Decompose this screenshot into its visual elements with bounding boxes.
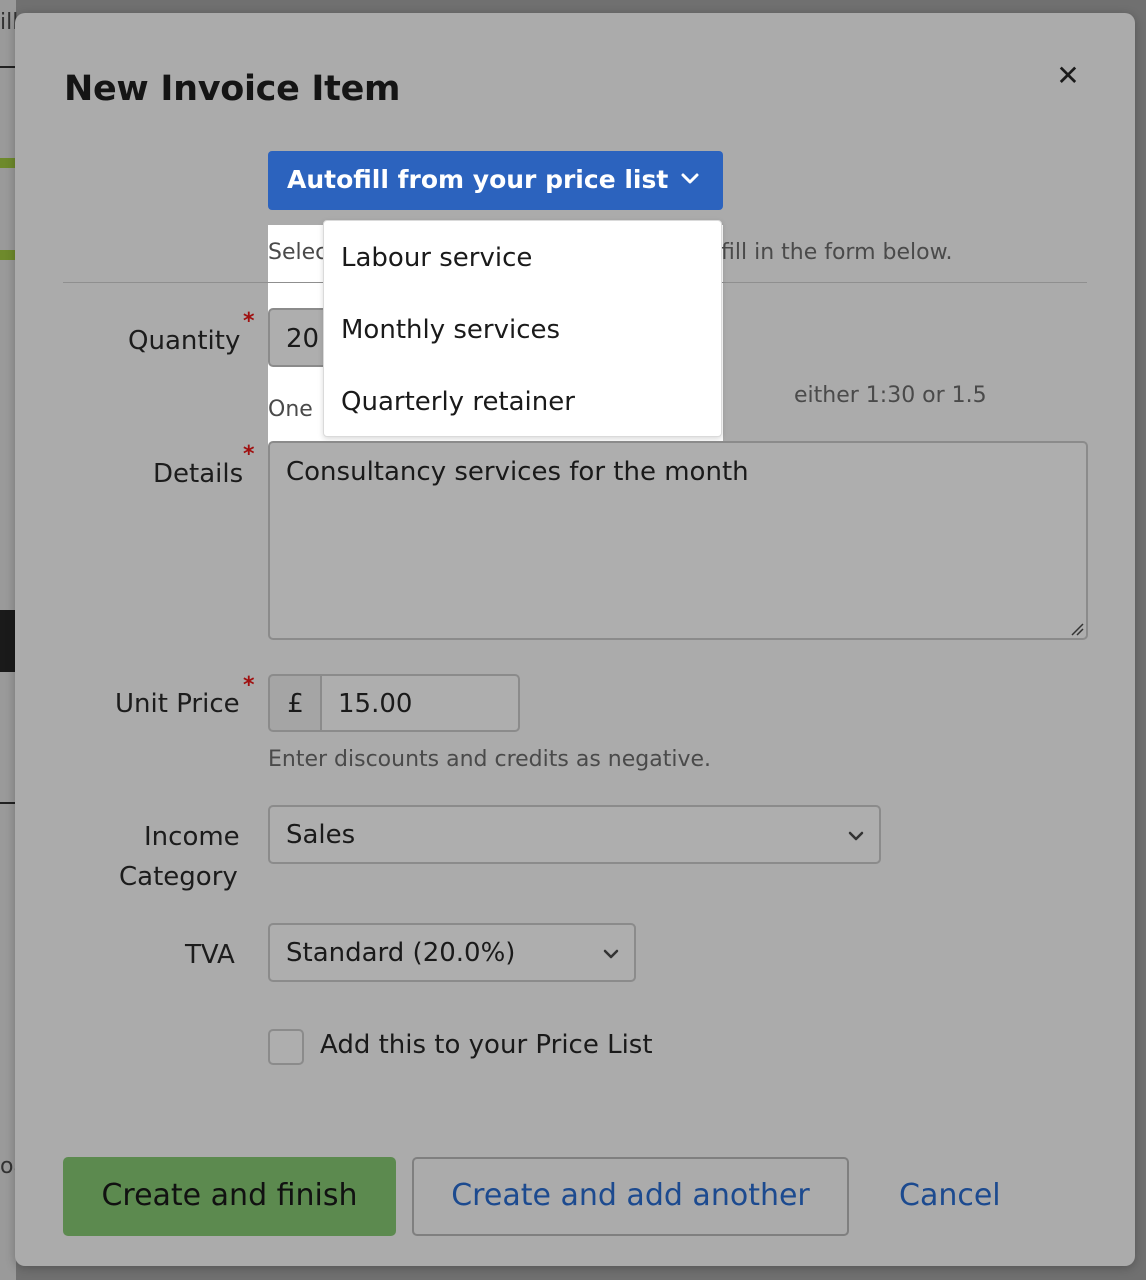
resize-handle-icon[interactable] [1068, 620, 1084, 636]
background-green-bar [0, 158, 16, 168]
chevron-down-icon [681, 173, 699, 184]
unit-price-label: Unit Price [115, 689, 240, 719]
create-and-add-another-button[interactable]: Create and add another [412, 1157, 849, 1236]
menu-item-quarterly-retainer[interactable]: Quarterly retainer [341, 387, 575, 417]
details-textarea[interactable]: Consultancy services for the month [268, 441, 1088, 640]
background-dark-bar [0, 610, 16, 672]
unit-price-input[interactable]: 15.00 [320, 674, 520, 732]
add-to-price-list-checkbox[interactable] [268, 1029, 304, 1065]
autofill-dropdown-menu: Labour service Monthly services Quarterl… [323, 220, 722, 437]
tva-label: TVA [185, 940, 235, 970]
details-label: Details [153, 459, 244, 489]
tva-value: Standard (20.0%) [286, 938, 516, 968]
add-to-price-list-label[interactable]: Add this to your Price List [320, 1030, 653, 1060]
autofill-button-label: Autofill from your price list [287, 165, 669, 194]
autofill-price-list-button[interactable]: Autofill from your price list [268, 151, 723, 210]
chevron-down-icon [603, 949, 619, 959]
income-category-label-line2: Category [119, 862, 238, 892]
tva-select[interactable]: Standard (20.0%) [268, 923, 636, 982]
quantity-help-text-right: either 1:30 or 1.5 [794, 383, 987, 408]
required-marker: * [243, 309, 255, 334]
menu-item-labour-service[interactable]: Labour service [341, 243, 532, 273]
required-marker: * [243, 673, 255, 698]
modal-title: New Invoice Item [64, 69, 401, 109]
income-category-value: Sales [286, 820, 356, 850]
background-divider [0, 66, 16, 68]
quantity-help-text: One [268, 397, 313, 422]
autofill-help-text: Selec [268, 240, 328, 265]
unit-price-help-text: Enter discounts and credits as negative. [268, 747, 711, 772]
autofill-help-text-right: fill in the form below. [721, 240, 953, 265]
currency-prefix: £ [268, 674, 321, 732]
income-category-label-line1: Income [144, 822, 240, 852]
close-icon[interactable]: ✕ [1051, 59, 1085, 93]
quantity-label: Quantity [128, 326, 241, 356]
chevron-down-icon [848, 831, 864, 841]
details-value: Consultancy services for the month [286, 457, 749, 487]
menu-item-monthly-services[interactable]: Monthly services [341, 315, 560, 345]
cancel-button[interactable]: Cancel [899, 1178, 1001, 1213]
create-and-finish-button[interactable]: Create and finish [63, 1157, 396, 1236]
background-green-bar [0, 250, 16, 260]
new-invoice-item-modal: New Invoice Item ✕ Selec One fill in the… [15, 13, 1135, 1266]
required-marker: * [243, 442, 255, 467]
income-category-select[interactable]: Sales [268, 805, 881, 864]
background-divider [0, 802, 16, 804]
